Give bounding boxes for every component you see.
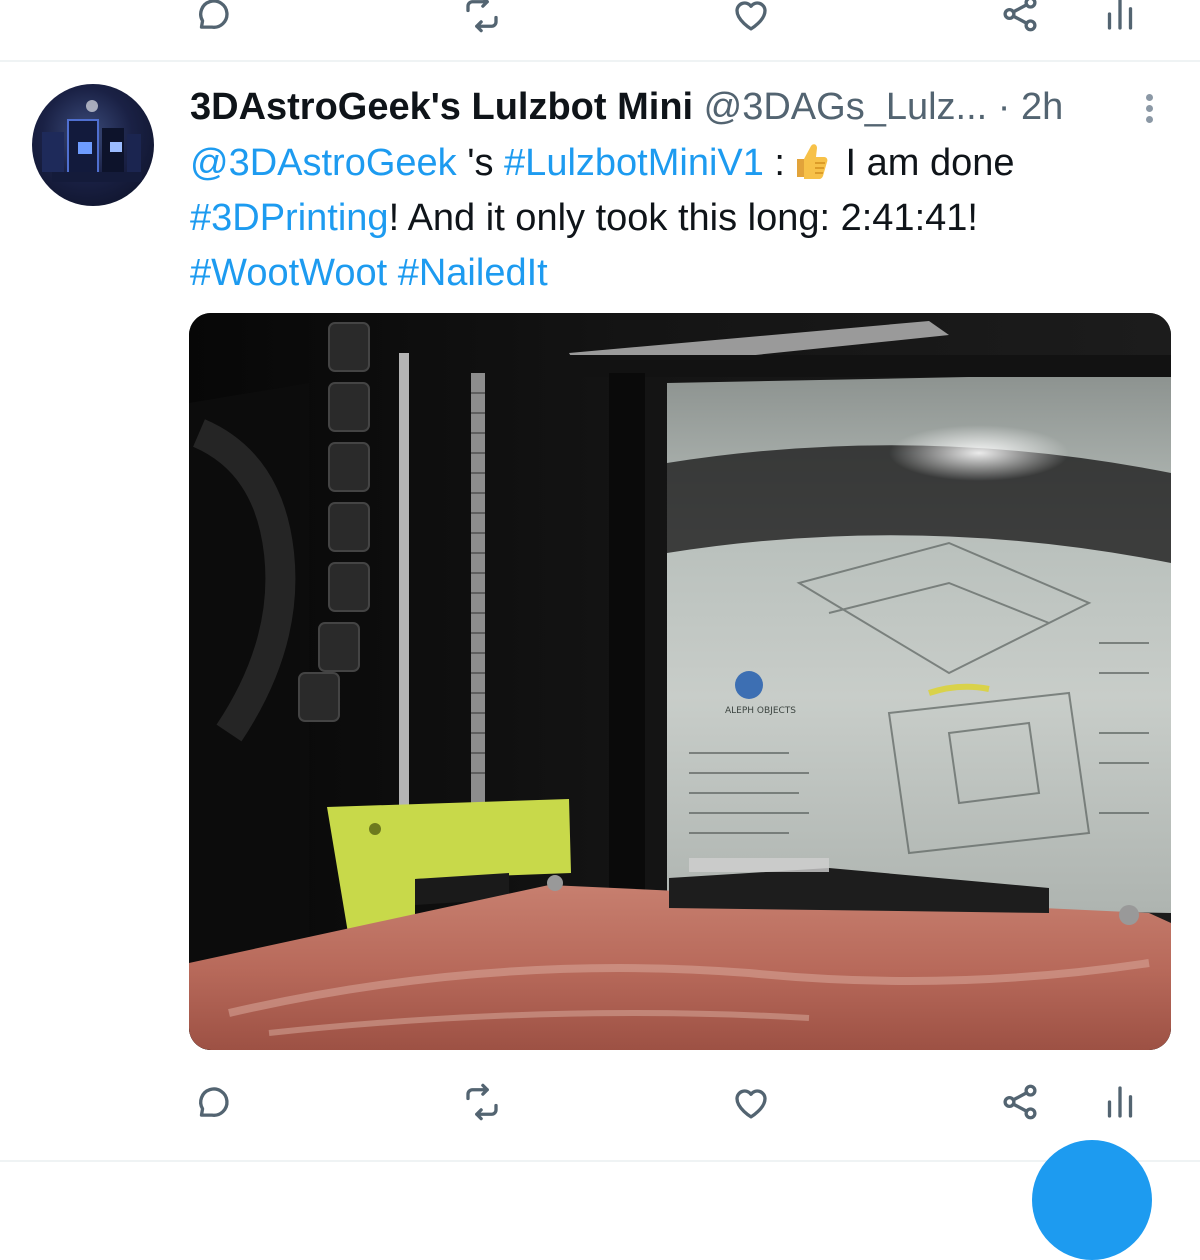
share-button[interactable] xyxy=(990,1072,1050,1132)
mention-link[interactable]: @3DAstroGeek xyxy=(190,142,457,184)
tweet-text: @3DAstroGeek 's #LulzbotMiniV1 : I am do… xyxy=(190,136,1170,301)
retweet-button[interactable] xyxy=(452,1072,512,1132)
more-options-button[interactable] xyxy=(1134,88,1164,128)
reply-icon xyxy=(199,0,229,29)
hashtag-link[interactable]: #WootWoot xyxy=(190,252,387,294)
text-fragment: I am done xyxy=(835,142,1015,184)
more-dot xyxy=(1146,105,1153,112)
reply-button[interactable] xyxy=(182,0,242,44)
reply-icon xyxy=(199,1087,229,1117)
analytics-icon xyxy=(1107,1086,1133,1118)
like-icon xyxy=(735,1,767,31)
analytics-icon xyxy=(1107,0,1133,30)
tweet-action-bar xyxy=(0,1072,1200,1132)
more-dot xyxy=(1146,116,1153,123)
retweet-button[interactable] xyxy=(452,0,512,44)
hashtag-link[interactable]: #LulzbotMiniV1 xyxy=(504,142,764,184)
compose-tweet-button[interactable] xyxy=(1032,1140,1152,1260)
display-name[interactable]: 3DAstroGeek's Lulzbot Mini xyxy=(190,86,693,128)
like-button[interactable] xyxy=(721,1072,781,1132)
handle[interactable]: @3DAGs_Lulz... xyxy=(704,86,988,128)
avatar[interactable] xyxy=(32,84,154,206)
like-icon xyxy=(735,1089,767,1119)
thumbs-up-emoji-icon xyxy=(793,141,829,181)
more-dot xyxy=(1146,94,1153,101)
3d-printer-photo-icon: ALEPH OBJECTS xyxy=(189,313,1171,1050)
text-fragment: ! And it only took this long: 2:41:41! xyxy=(388,197,978,239)
share-button[interactable] xyxy=(990,0,1050,44)
text-fragment xyxy=(387,252,398,294)
like-button[interactable] xyxy=(721,0,781,44)
separator-dot: · xyxy=(997,86,1011,128)
share-icon xyxy=(1003,1084,1037,1120)
hashtag-link[interactable]: #3DPrinting xyxy=(190,197,389,239)
previous-tweet-action-bar xyxy=(0,0,1200,44)
tweet-header: 3DAstroGeek's Lulzbot Mini @3DAGs_Lulz..… xyxy=(190,82,1150,132)
text-fragment: 's xyxy=(456,142,505,184)
tweet-media-photo[interactable]: ALEPH OBJECTS xyxy=(189,313,1171,1050)
timestamp[interactable]: 2h xyxy=(1021,86,1063,128)
decal-text: ALEPH OBJECTS xyxy=(725,706,796,716)
share-icon xyxy=(1003,0,1037,32)
avatar-photo-icon xyxy=(42,100,142,182)
tweet-divider xyxy=(0,1160,1200,1162)
text-fragment: : xyxy=(763,142,785,184)
analytics-button[interactable] xyxy=(1090,0,1150,44)
analytics-button[interactable] xyxy=(1090,1072,1150,1132)
reply-button[interactable] xyxy=(182,1072,242,1132)
tweet-divider xyxy=(0,60,1200,62)
hashtag-link[interactable]: #NailedIt xyxy=(398,252,548,294)
retweet-icon xyxy=(466,0,498,33)
retweet-icon xyxy=(466,1083,498,1121)
